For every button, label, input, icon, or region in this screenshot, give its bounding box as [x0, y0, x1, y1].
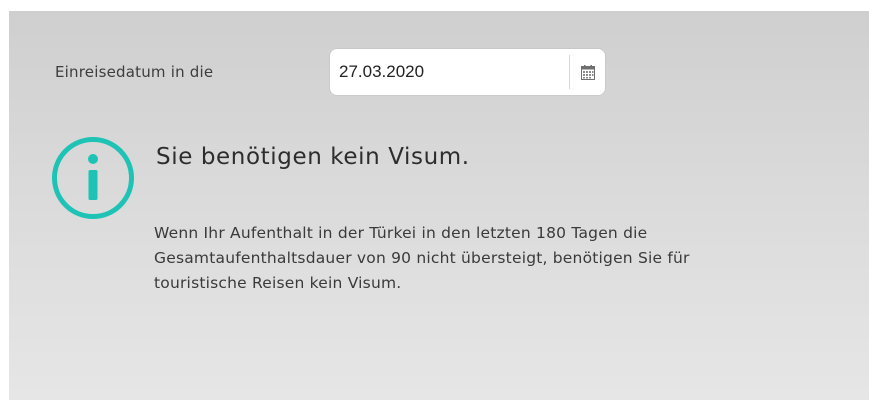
result-description: Wenn Ihr Aufenthalt in der Türkei in den…: [154, 221, 854, 296]
entry-date-field[interactable]: [330, 49, 605, 95]
calendar-button[interactable]: [570, 49, 605, 95]
info-icon: [52, 137, 134, 219]
entry-date-input[interactable]: [339, 62, 539, 82]
visa-check-panel: Einreisedatum in die 27.03.2020 Sie benö…: [9, 11, 869, 400]
result-text-line: Wenn Ihr Aufenthalt in der Türkei in den…: [154, 224, 648, 242]
entry-date-label: Einreisedatum in die: [55, 63, 214, 81]
entry-date-row: Einreisedatum in die: [55, 49, 605, 95]
result-text-line: Gesamtaufenthaltsdauer von 90 nicht über…: [154, 249, 690, 267]
result-text-line: touristische Reisen kein Visum.: [154, 274, 402, 292]
result-title: Sie benötigen kein Visum.: [156, 144, 470, 170]
calendar-icon: [580, 64, 595, 80]
